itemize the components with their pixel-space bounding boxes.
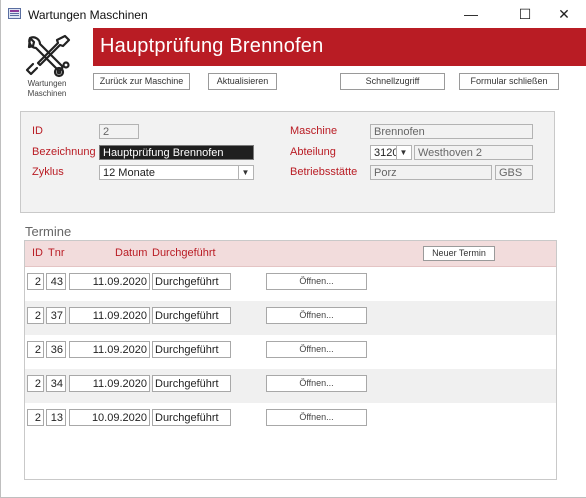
form-icon [8, 8, 21, 19]
chevron-down-icon[interactable]: ▼ [238, 166, 252, 179]
maschine-field: Brennofen [370, 124, 533, 139]
logo-caption: Wartungen Maschinen [15, 79, 79, 99]
betriebsstaette-field: Porz [370, 165, 492, 180]
refresh-button[interactable]: Aktualisieren [208, 73, 277, 90]
open-appointment-button[interactable]: Öffnen... [266, 375, 367, 392]
new-appointment-button[interactable]: Neuer Termin [423, 246, 495, 261]
open-appointment-button[interactable]: Öffnen... [266, 273, 367, 290]
termine-section-label: Termine [25, 224, 72, 239]
row-tnr[interactable]: 34 [46, 375, 66, 392]
termine-subform: ID Tnr Datum Durchgeführt Neuer Termin 2… [24, 240, 557, 480]
bezeichnung-field[interactable]: Hauptprüfung Brennofen [99, 145, 254, 160]
row-datum[interactable]: 10.09.2020 [69, 409, 150, 426]
row-id[interactable]: 2 [27, 273, 44, 290]
open-appointment-button[interactable]: Öffnen... [266, 341, 367, 358]
table-row: 2 36 11.09.2020 Durchgeführt Öffnen... [25, 335, 556, 369]
betriebsstaette-label: Betriebsstätte [290, 166, 358, 178]
wrench-screwdriver-icon [25, 34, 71, 78]
abteilung-select[interactable]: 3120 ▼ [370, 145, 412, 160]
header-datum: Datum [115, 247, 148, 259]
page-title: Hauptprüfung Brennofen [100, 35, 324, 57]
open-appointment-button[interactable]: Öffnen... [266, 409, 367, 426]
row-status[interactable]: Durchgeführt [152, 375, 231, 392]
row-datum[interactable]: 11.09.2020 [69, 307, 150, 324]
row-datum[interactable]: 11.09.2020 [69, 375, 150, 392]
app-window: Wartungen Maschinen — ☐ ✕ Wartungen Masc… [0, 0, 586, 498]
zyklus-select[interactable]: 12 Monate ▼ [99, 165, 254, 180]
row-tnr[interactable]: 37 [46, 307, 66, 324]
logo-caption-line1: Wartungen [27, 79, 67, 88]
window-title: Wartungen Maschinen [28, 8, 148, 22]
chevron-down-icon[interactable]: ▼ [396, 146, 410, 159]
zyklus-value: 12 Monate [103, 167, 155, 179]
bezeichnung-label: Bezeichnung [32, 146, 96, 158]
maschine-label: Maschine [290, 125, 338, 137]
table-row: 2 43 11.09.2020 Durchgeführt Öffnen... [25, 267, 556, 301]
row-tnr[interactable]: 43 [46, 273, 66, 290]
table-row: 2 13 10.09.2020 Durchgeführt Öffnen... [25, 403, 556, 437]
zyklus-label: Zyklus [32, 166, 64, 178]
id-label: ID [32, 125, 43, 137]
row-status[interactable]: Durchgeführt [152, 409, 231, 426]
quick-access-button[interactable]: Schnellzugriff [340, 73, 445, 90]
back-to-machine-button[interactable]: Zurück zur Maschine [93, 73, 190, 90]
row-status[interactable]: Durchgeführt [152, 341, 231, 358]
betriebsstaette-code-field: GBS [495, 165, 533, 180]
abteilung-name-field: Westhoven 2 [414, 145, 533, 160]
header-id: ID [32, 247, 43, 259]
minimize-button[interactable]: — [448, 0, 494, 28]
row-status[interactable]: Durchgeführt [152, 273, 231, 290]
row-id[interactable]: 2 [27, 409, 44, 426]
table-row: 2 37 11.09.2020 Durchgeführt Öffnen... [25, 301, 556, 335]
table-row: 2 34 11.09.2020 Durchgeführt Öffnen... [25, 369, 556, 403]
header-durchgefuehrt: Durchgeführt [152, 247, 216, 259]
row-id[interactable]: 2 [27, 375, 44, 392]
row-tnr[interactable]: 36 [46, 341, 66, 358]
row-datum[interactable]: 11.09.2020 [69, 273, 150, 290]
header-banner: Hauptprüfung Brennofen [93, 28, 586, 66]
detail-panel: ID 2 Bezeichnung Hauptprüfung Brennofen … [20, 111, 555, 213]
row-status[interactable]: Durchgeführt [152, 307, 231, 324]
abteilung-code: 3120 [374, 147, 399, 159]
id-field: 2 [99, 124, 139, 139]
row-id[interactable]: 2 [27, 307, 44, 324]
abteilung-label: Abteilung [290, 146, 336, 158]
close-button[interactable]: ✕ [541, 0, 586, 28]
row-tnr[interactable]: 13 [46, 409, 66, 426]
close-form-button[interactable]: Formular schließen [459, 73, 559, 90]
open-appointment-button[interactable]: Öffnen... [266, 307, 367, 324]
header-tnr: Tnr [48, 247, 65, 259]
row-datum[interactable]: 11.09.2020 [69, 341, 150, 358]
title-bar: Wartungen Maschinen — ☐ ✕ [1, 0, 586, 28]
logo-caption-line2: Maschinen [27, 89, 67, 98]
row-id[interactable]: 2 [27, 341, 44, 358]
termine-header: ID Tnr Datum Durchgeführt Neuer Termin [25, 241, 556, 267]
